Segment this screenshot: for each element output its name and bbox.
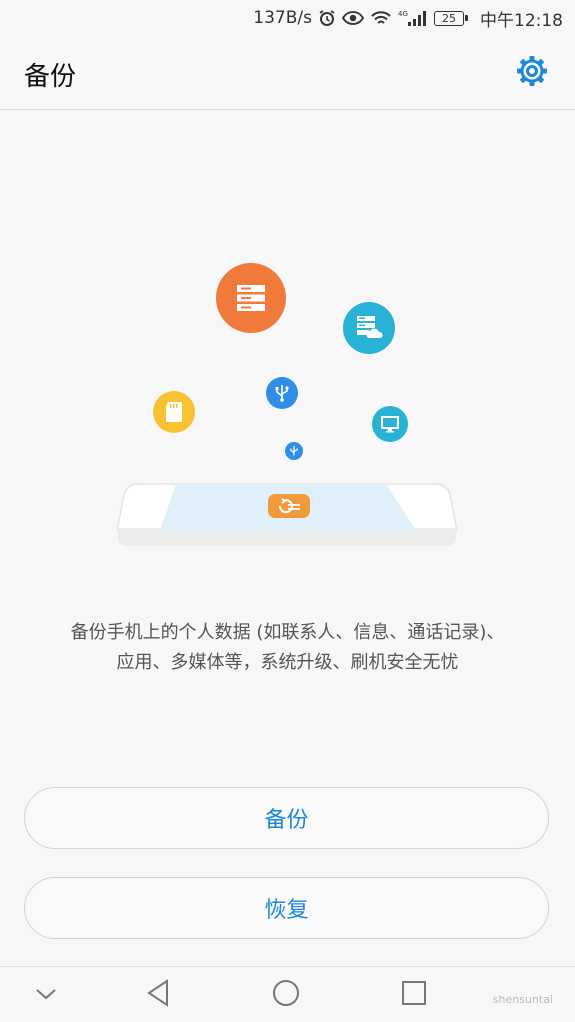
database-icon [216, 263, 286, 333]
signal-icon: 4G [398, 9, 428, 27]
recents-icon [401, 980, 427, 1010]
home-icon [272, 979, 300, 1011]
description-line-2: 应用、多媒体等，系统升级、刷机安全无忧 [116, 652, 459, 673]
nav-home-button[interactable] [270, 979, 302, 1011]
status-bar: 137B/s 4G 25 中午12:18 [0, 0, 575, 36]
phone-backup-icon [116, 480, 458, 550]
clock: 中午12:18 [480, 10, 563, 31]
network-speed: 137B/s [253, 8, 312, 28]
battery-level: 25 [442, 11, 456, 25]
alarm-icon [318, 9, 336, 27]
description-line-1: 备份手机上的个人数据 (如联系人、信息、通话记录)、 [70, 622, 505, 643]
gear-icon [515, 54, 549, 92]
chevron-down-icon [35, 986, 57, 1005]
battery-indicator: 25 [434, 10, 468, 26]
settings-button[interactable] [515, 56, 549, 90]
sd-card-icon [153, 391, 195, 433]
backup-button[interactable]: 备份 [24, 787, 549, 849]
monitor-icon [372, 406, 408, 442]
backup-illustration [0, 110, 575, 580]
app-bar: 备份 [0, 36, 575, 110]
usb-small-icon [285, 442, 303, 460]
navigation-bar: shensuntai [0, 966, 575, 1022]
nav-hide-button[interactable] [30, 979, 62, 1011]
nav-recents-button[interactable] [398, 979, 430, 1011]
watermark: shensuntai [492, 993, 553, 1006]
usb-icon [266, 377, 298, 409]
cloud-server-icon [343, 302, 395, 354]
page-title: 备份 [24, 62, 77, 92]
back-icon [145, 979, 171, 1011]
backup-description: 备份手机上的个人数据 (如联系人、信息、通话记录)、 应用、多媒体等，系统升级、… [20, 618, 555, 678]
eye-icon [342, 10, 364, 26]
wifi-icon [370, 10, 392, 26]
restore-button[interactable]: 恢复 [24, 877, 549, 939]
network-type: 4G [398, 10, 408, 18]
nav-back-button[interactable] [142, 979, 174, 1011]
